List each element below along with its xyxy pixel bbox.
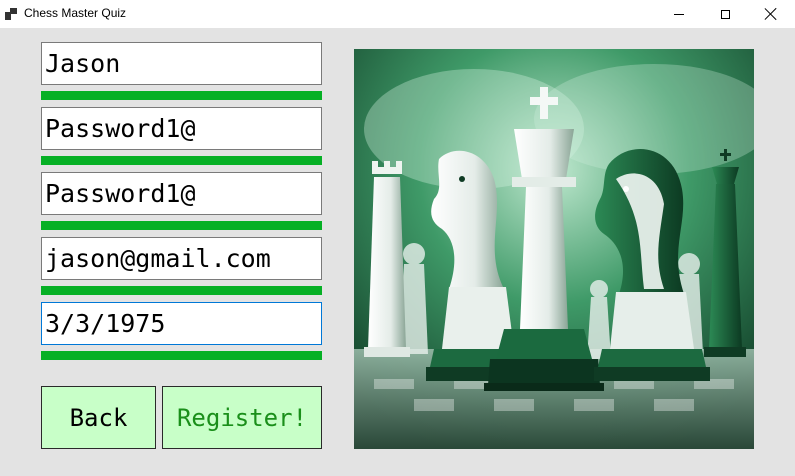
title-bar: Chess Master Quiz <box>0 0 795 28</box>
minimize-icon <box>674 13 684 15</box>
register-button[interactable]: Register! <box>162 386 322 449</box>
close-button[interactable] <box>748 0 794 28</box>
confirm-password-field[interactable] <box>41 172 322 215</box>
email-validation-bar <box>41 286 322 295</box>
maximize-icon <box>720 9 730 19</box>
birthdate-validation-bar <box>41 351 322 360</box>
username-validation-bar <box>41 91 322 100</box>
password-field[interactable] <box>41 107 322 150</box>
email-field[interactable] <box>41 237 322 280</box>
maximize-button[interactable] <box>702 0 748 28</box>
birthdate-field[interactable] <box>41 302 322 345</box>
confirm-password-validation-bar <box>41 221 322 230</box>
minimize-button[interactable] <box>656 0 702 28</box>
close-icon <box>765 8 777 20</box>
chess-pieces-illustration <box>354 49 754 449</box>
window-title: Chess Master Quiz <box>24 6 127 20</box>
back-button[interactable]: Back <box>41 386 156 449</box>
password-validation-bar <box>41 156 322 165</box>
app-icon <box>5 8 17 20</box>
username-field[interactable] <box>41 42 322 85</box>
